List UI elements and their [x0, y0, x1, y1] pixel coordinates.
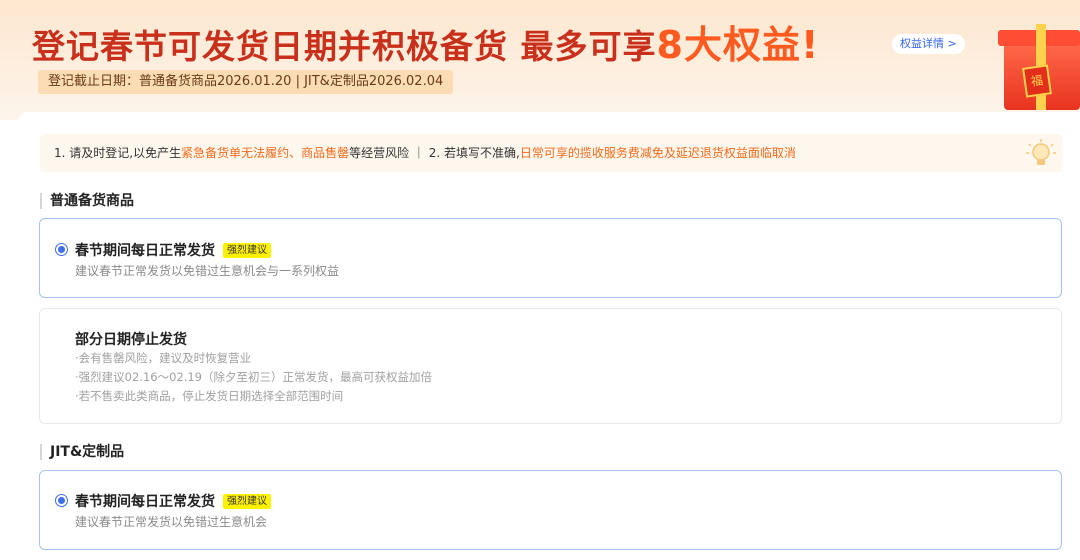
notice-part2: 等经营风险 ｜ 2. 若填写不准确, — [349, 146, 520, 160]
banner-title-accent: 8大权益! — [656, 23, 820, 67]
notice-part1: 1. 请及时登记,以免产生 — [54, 146, 182, 160]
lightbulb-icon — [1026, 139, 1056, 165]
gift-box-icon: 福 — [990, 10, 1080, 110]
option-title-text: 春节期间每日正常发货 — [75, 243, 215, 259]
notice-bar: 1. 请及时登记,以免产生紧急备货单无法履约、商品售罄等经营风险 ｜ 2. 若填… — [40, 134, 1062, 172]
option-regular-partial-stop[interactable]: 部分日期停止发货 ·会有售罄风险，建议及时恢复营业 ·强烈建议02.16～02.… — [39, 308, 1062, 424]
banner-title: 登记春节可发货日期并积极备货 最多可享8大权益! — [32, 14, 819, 69]
banner-title-main: 登记春节可发货日期并积极备货 最多可享 — [32, 27, 657, 66]
promo-banner: 登记春节可发货日期并积极备货 最多可享8大权益! 权益详情 > 登记截止日期：普… — [0, 0, 1080, 120]
section-title-jit: JIT&定制品 — [40, 444, 124, 460]
option-description: 建议春节正常发货以免错过生意机会 — [75, 515, 268, 529]
option-title: 春节期间每日正常发货 强烈建议 — [75, 491, 271, 511]
recommend-badge: 强烈建议 — [223, 243, 271, 258]
option-title: 春节期间每日正常发货 强烈建议 — [75, 240, 271, 260]
option-regular-normal-shipping[interactable]: 春节期间每日正常发货 强烈建议 建议春节正常发货以免错过生意机会与一系列权益 — [39, 218, 1062, 298]
notice-part1-highlight: 紧急备货单无法履约、商品售罄 — [181, 146, 350, 160]
option-title-text: 春节期间每日正常发货 — [75, 494, 215, 510]
gift-tag: 福 — [1022, 64, 1052, 98]
notice-part2-highlight: 日常可享的揽收服务费减免及延迟退货权益面临取消 — [519, 146, 796, 160]
radio-selected-icon[interactable] — [55, 494, 68, 507]
option-bullet: ·若不售卖此类商品，停止发货日期选择全部范围时间 — [75, 389, 344, 403]
radio-selected-icon[interactable] — [55, 243, 68, 256]
option-description: 建议春节正常发货以免错过生意机会与一系列权益 — [75, 264, 340, 278]
section-title-regular: 普通备货商品 — [40, 193, 134, 209]
option-title: 部分日期停止发货 — [75, 332, 187, 348]
option-bullet: ·强烈建议02.16～02.19（除夕至初三）正常发货，最高可获权益加倍 — [75, 370, 432, 384]
benefit-details-link[interactable]: 权益详情 > — [892, 34, 965, 54]
option-bullet: ·会有售罄风险，建议及时恢复营业 — [75, 351, 252, 365]
option-jit-normal-shipping[interactable]: 春节期间每日正常发货 强烈建议 建议春节正常发货以免错过生意机会 — [39, 470, 1062, 550]
recommend-badge: 强烈建议 — [223, 494, 271, 509]
registration-deadline: 登记截止日期：普通备货商品2026.01.20 | JIT&定制品2026.02… — [38, 70, 454, 94]
